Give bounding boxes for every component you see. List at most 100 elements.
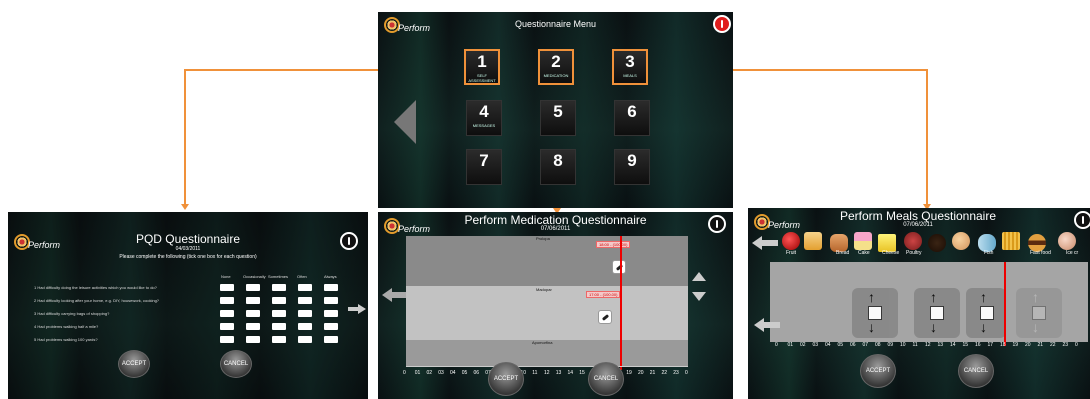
checkbox-q1-occasionally[interactable] [246,284,260,291]
meal-value-box[interactable] [868,306,882,320]
checkbox-q1-always[interactable] [324,284,338,291]
current-time-marker [620,236,622,370]
checkbox-q1-often[interactable] [298,284,312,291]
fruit-icon[interactable] [782,232,800,250]
hour-tick-label: 08 [875,342,881,348]
checkbox-q2-occasionally[interactable] [246,297,260,304]
next-arrow-icon[interactable] [348,304,366,314]
fries-icon[interactable] [1002,232,1020,250]
medication-timeline: Prolopa Madopar Apomorfina 18:00 - (100.… [403,236,688,376]
hour-tick-label: 17 [987,342,994,348]
checkbox-q2-often[interactable] [298,297,312,304]
checkbox-q4-sometimes[interactable] [272,323,286,330]
pill-icon[interactable] [612,260,626,274]
meal-slot[interactable]: ↑ ↓ [852,288,898,338]
accept-button[interactable]: ACCEPT [118,350,150,378]
cancel-button[interactable]: CANCEL [958,354,994,388]
tile-medication[interactable]: 2 MEDICATION [538,49,574,85]
decrease-icon[interactable]: ↓ [980,320,987,334]
cancel-button[interactable]: CANCEL [220,350,252,378]
hour-tick-label: 20 [1025,342,1031,348]
power-icon[interactable] [340,232,358,250]
ice-cream-icon[interactable] [1058,232,1076,250]
increase-icon[interactable]: ↑ [930,290,937,304]
page-date: 07/06/2011 [540,226,571,232]
meal-slot[interactable]: ↑ ↓ [914,288,960,338]
checkbox-q5-sometimes[interactable] [272,336,286,343]
checkbox-q3-sometimes[interactable] [272,310,286,317]
meals-questionnaire-screen: Perform Perform Meals Questionnaire 07/0… [748,208,1090,399]
drink-icon[interactable] [804,232,822,250]
power-icon[interactable] [708,215,726,233]
checkbox-q3-often[interactable] [298,310,312,317]
hour-tick-label: 12 [544,370,550,376]
tile-label: SELF ASSESSMENT [468,73,496,83]
meal-value-box[interactable] [980,306,994,320]
meal-slot[interactable]: ↑ ↓ [966,288,1006,338]
checkbox-q5-always[interactable] [324,336,338,343]
tile-9[interactable]: 9 [614,149,650,185]
back-arrow-icon[interactable] [394,100,416,144]
checkbox-q2-always[interactable] [324,297,338,304]
checkbox-q4-often[interactable] [298,323,312,330]
checkbox-q2-sometimes[interactable] [272,297,286,304]
scroll-down-icon[interactable] [692,292,706,301]
tile-messages[interactable]: 4 MESSAGES [466,100,502,136]
tile-self-assessment[interactable]: 1 SELF ASSESSMENT [464,49,500,85]
tile-6[interactable]: 6 [614,100,650,136]
power-icon[interactable] [713,15,731,33]
accept-button[interactable]: ACCEPT [488,362,524,396]
tile-meals[interactable]: 3 MEALS [612,49,648,85]
checkbox-q4-occasionally[interactable] [246,323,260,330]
hour-tick-label: 19 [626,370,632,376]
cancel-button[interactable]: CANCEL [588,362,624,396]
checkbox-q2-none[interactable] [220,297,234,304]
decrease-icon[interactable]: ↓ [868,320,875,334]
checkbox-q5-occasionally[interactable] [246,336,260,343]
checkbox-q4-none[interactable] [220,323,234,330]
checkbox-q3-none[interactable] [220,310,234,317]
power-icon[interactable] [1074,211,1090,229]
tile-8[interactable]: 8 [540,149,576,185]
pill-icon[interactable] [598,310,612,324]
bun-icon[interactable] [952,232,970,250]
hour-tick-label: 02 [800,342,806,348]
coffee-icon[interactable] [928,234,946,252]
hour-tick-label: 04 [825,342,831,348]
hour-tick-label: 20 [638,370,644,376]
hour-tick-label: 0 [685,370,688,376]
meal-value-box[interactable] [930,306,944,320]
scroll-up-icon[interactable] [692,272,706,281]
tile-7[interactable]: 7 [466,149,502,185]
meat-icon[interactable] [904,232,922,250]
accept-button[interactable]: ACCEPT [860,354,896,388]
increase-icon[interactable]: ↑ [980,290,987,304]
checkbox-q5-often[interactable] [298,336,312,343]
checkbox-q1-none[interactable] [220,284,234,291]
back-arrow-icon[interactable] [754,318,780,332]
hour-tick-label: 14 [950,342,956,348]
hour-tick-label: 09 [887,342,894,348]
food-label-bread: Bread [836,250,850,256]
hour-tick-label: 16 [975,342,981,348]
back-arrow-icon[interactable] [382,288,406,302]
decrease-icon[interactable]: ↓ [930,320,937,334]
hour-tick-label: 18 [1000,342,1006,348]
increase-icon[interactable]: ↑ [868,290,875,304]
pqd-questionnaire-screen: Perform PQD Questionnaire 04/03/2011 Ple… [8,212,368,399]
hour-tick-label: 13 [937,342,944,348]
logo-text: Perform [398,23,431,33]
page-title: Questionnaire Menu [514,19,597,29]
checkbox-q3-always[interactable] [324,310,338,317]
band-label-madopar: Madopar [536,287,552,292]
connector-1-vertical [184,69,186,205]
checkbox-q1-sometimes[interactable] [272,284,286,291]
medication-questionnaire-screen: Perform Perform Medication Questionnaire… [378,212,733,399]
cake-icon[interactable] [854,232,872,250]
tile-5[interactable]: 5 [540,100,576,136]
checkbox-q3-occasionally[interactable] [246,310,260,317]
page-date: 07/06/2011 [903,222,933,228]
checkbox-q4-always[interactable] [324,323,338,330]
checkbox-q5-none[interactable] [220,336,234,343]
back-arrow-icon[interactable] [752,236,778,250]
